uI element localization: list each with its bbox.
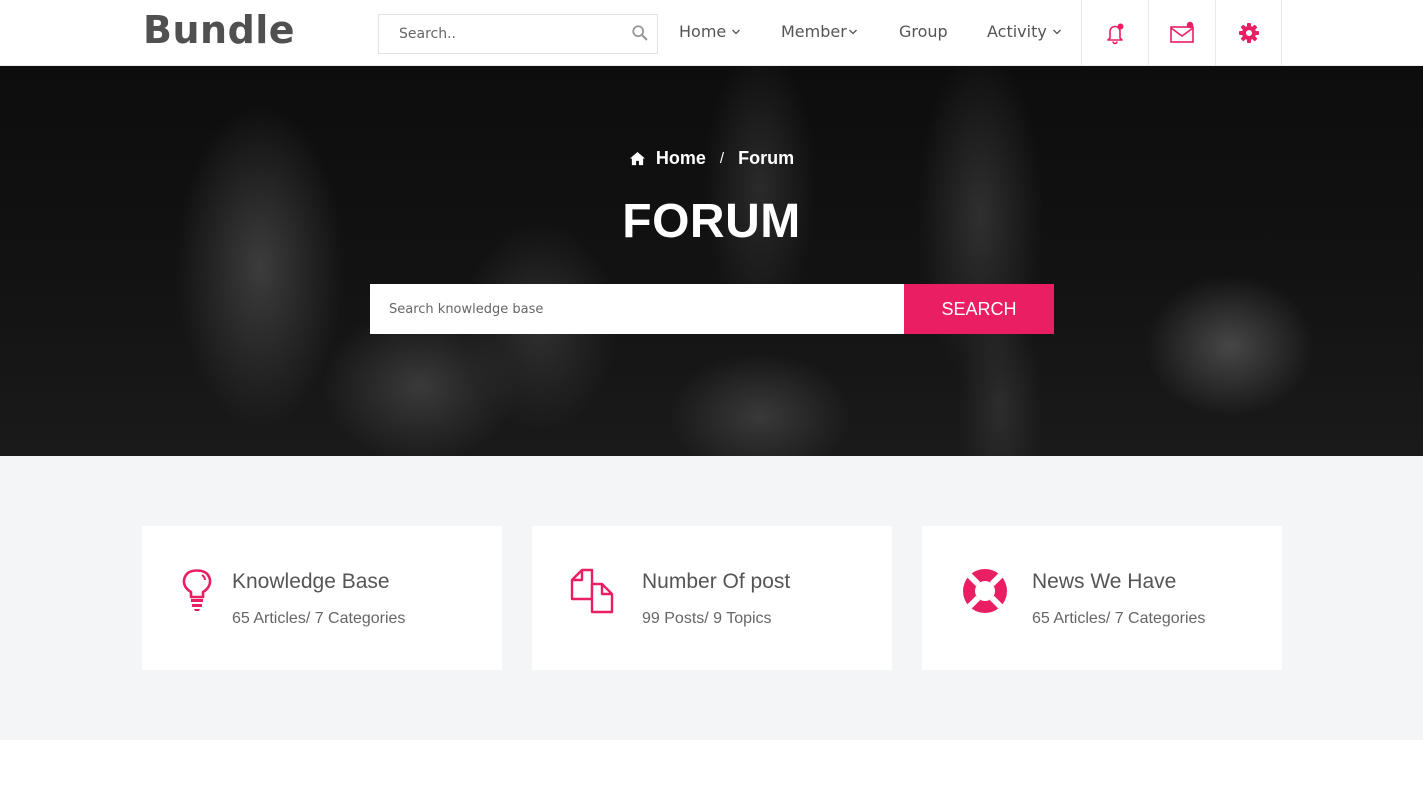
chevron-down-icon bbox=[732, 29, 741, 34]
messages-button[interactable] bbox=[1148, 0, 1215, 66]
stat-subtitle: 99 Posts/ 9 Topics bbox=[642, 610, 772, 627]
breadcrumb: Home / Forum bbox=[0, 148, 1423, 169]
site-logo[interactable]: Bundle bbox=[143, 8, 295, 52]
stats-section: Knowledge Base 65 Articles/ 7 Categories… bbox=[0, 456, 1423, 740]
nav-activity[interactable]: Activity bbox=[987, 22, 1062, 41]
nav-home[interactable]: Home bbox=[679, 22, 741, 41]
stat-title: Knowledge Base bbox=[232, 570, 390, 593]
breadcrumb-current: Forum bbox=[738, 148, 795, 168]
header-search bbox=[378, 14, 658, 54]
nav-group-label: Group bbox=[899, 22, 948, 41]
nav-group[interactable]: Group bbox=[899, 22, 948, 41]
stat-subtitle: 65 Articles/ 7 Categories bbox=[232, 610, 406, 627]
envelope-icon bbox=[1170, 21, 1194, 43]
breadcrumb-home[interactable]: Home bbox=[656, 148, 706, 169]
bell-icon bbox=[1107, 23, 1124, 45]
lightbulb-icon bbox=[182, 569, 212, 611]
knowledge-search-button[interactable]: SEARCH bbox=[904, 284, 1054, 334]
lifebuoy-icon bbox=[963, 569, 1007, 613]
knowledge-search: SEARCH bbox=[370, 284, 1054, 334]
stat-title: Number Of post bbox=[642, 570, 791, 593]
gear-icon bbox=[1238, 23, 1259, 43]
home-icon bbox=[629, 151, 645, 166]
chevron-down-icon bbox=[848, 29, 857, 34]
hero-banner: Home / Forum FORUM SEARCH bbox=[0, 66, 1423, 456]
search-icon[interactable] bbox=[631, 24, 649, 42]
nav-home-label: Home bbox=[679, 22, 727, 41]
nav-member[interactable]: Member bbox=[781, 22, 858, 41]
stat-card-news[interactable]: News We Have 65 Articles/ 7 Categories bbox=[922, 526, 1282, 670]
nav-activity-label: Activity bbox=[987, 22, 1047, 41]
header-search-input[interactable] bbox=[379, 15, 609, 53]
notifications-button[interactable] bbox=[1081, 0, 1148, 66]
top-navbar: Bundle Home Member Group Activity bbox=[0, 0, 1423, 66]
settings-button[interactable] bbox=[1215, 0, 1282, 66]
breadcrumb-separator: / bbox=[719, 150, 725, 167]
page-title: FORUM bbox=[622, 195, 801, 248]
documents-icon bbox=[570, 568, 614, 614]
stat-subtitle: 65 Articles/ 7 Categories bbox=[1032, 610, 1206, 627]
stat-card-number-of-post[interactable]: Number Of post 99 Posts/ 9 Topics bbox=[532, 526, 892, 670]
nav-member-label: Member bbox=[781, 22, 847, 41]
stat-card-knowledge-base[interactable]: Knowledge Base 65 Articles/ 7 Categories bbox=[142, 526, 502, 670]
stat-title: News We Have bbox=[1032, 570, 1177, 593]
chevron-down-icon bbox=[1052, 29, 1061, 34]
knowledge-search-input[interactable] bbox=[370, 284, 904, 334]
